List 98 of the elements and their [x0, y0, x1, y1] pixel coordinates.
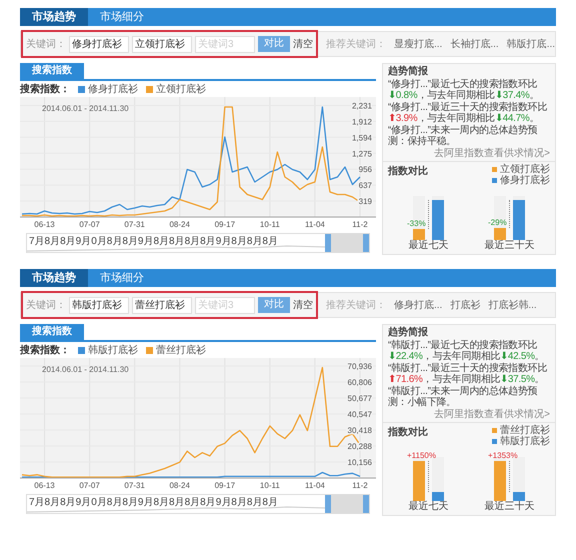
- brief-sentence: “修身打...”未来一周内的总体趋势预测：保持平稳。: [388, 125, 538, 147]
- date-range: 2014.06.01 - 2014.11.30: [42, 365, 129, 374]
- x-tick-label: 06-13: [34, 220, 55, 229]
- range-navigator[interactable]: 7月8月8月9月0月8月8月9月8月8月8月8月9月8月8月8月: [26, 494, 370, 514]
- x-tick-label: 07-31: [124, 220, 145, 229]
- navigator-labels: 7月8月8月9月0月8月8月9月8月8月8月8月9月8月8月8月: [29, 236, 278, 248]
- legend-label: 修身打底衫: [500, 175, 550, 186]
- keyword-field[interactable]: 立领打底衫: [132, 36, 192, 52]
- y-tick-label: 1,275: [352, 149, 372, 158]
- recommended-keyword[interactable]: 打底衫韩...: [488, 298, 537, 312]
- range-handle[interactable]: [324, 495, 331, 513]
- range-selection[interactable]: [324, 495, 369, 513]
- legend-label: 立领打底衫: [500, 164, 550, 175]
- x-tick-label: 07-31: [124, 481, 145, 490]
- x-tick-label: 07-07: [79, 220, 100, 229]
- x-tick-label: 06-13: [34, 481, 55, 490]
- x-tick-label: 09-17: [214, 220, 236, 229]
- brief-sentence: “韩版打...”最近七天的搜索指数环比 ⬇22.4%，与去年同期相比⬇42.5%。: [388, 340, 546, 362]
- clear-button[interactable]: 清空: [293, 298, 313, 312]
- x-tick-label: 11-2: [352, 220, 368, 229]
- brief-title: 趋势简报: [388, 327, 429, 339]
- brief-sentence: “韩版打...”最近三十天的搜索指数环比 ⬆71.6%，与去年同期相比⬇37.5%。: [388, 363, 548, 385]
- x-tick-label: 09-17: [214, 481, 236, 490]
- x-tick-label: 11-2: [352, 481, 368, 490]
- y-tick-label: 20,288: [348, 442, 372, 451]
- compare-title: 指数对比: [388, 164, 428, 179]
- legend-label: 蕾丝打底衫: [156, 344, 206, 358]
- keyword-label: 关键词：: [26, 298, 66, 312]
- period-label: 最近三十天: [484, 240, 534, 252]
- keyword-field[interactable]: 韩版打底衫: [69, 296, 129, 314]
- x-tick-label: 08-24: [170, 220, 190, 229]
- legend-label: 修身打底衫: [88, 82, 138, 96]
- y-tick-label: 70,936: [348, 362, 372, 371]
- period-label: 最近七天: [408, 240, 448, 252]
- y-tick-label: 319: [358, 197, 372, 206]
- y-tick-label: 60,806: [348, 378, 372, 387]
- legend-title: 搜索指数：: [20, 344, 70, 358]
- range-handle[interactable]: [363, 234, 369, 252]
- date-range: 2014.06.01 - 2014.11.30: [42, 104, 129, 113]
- recommend-label: 推荐关键词：: [326, 38, 386, 52]
- difference-label: +1353%: [488, 451, 518, 460]
- legend-title: 搜索指数：: [20, 82, 70, 96]
- x-tick-label: 10-11: [260, 481, 280, 490]
- recommended-keyword[interactable]: 修身打底...: [394, 298, 442, 312]
- view-link[interactable]: 去阿里指数查看供求情况>: [434, 148, 550, 159]
- recommended-keyword[interactable]: 显瘦打底...: [394, 36, 442, 52]
- keyword-field[interactable]: 修身打底衫: [69, 36, 129, 52]
- keyword-label: 关键词：: [26, 38, 66, 52]
- period-label: 最近七天: [408, 501, 448, 513]
- legend-label: 韩版打底衫: [500, 436, 550, 447]
- section-tab[interactable]: 搜索指数: [20, 63, 84, 79]
- keyword-field[interactable]: 蕾丝打底衫: [132, 296, 192, 314]
- difference-label: +1150%: [407, 451, 436, 460]
- period-label: 最近三十天: [484, 501, 534, 513]
- recommended-keyword[interactable]: 韩版打底...: [506, 36, 556, 52]
- y-tick-label: 1,912: [352, 117, 372, 126]
- tab[interactable]: 市场细分: [88, 8, 156, 26]
- y-tick-label: 40,547: [348, 410, 372, 419]
- range-selection[interactable]: [324, 234, 369, 252]
- view-link[interactable]: 去阿里指数查看供求情况>: [434, 409, 550, 420]
- y-tick-label: 956: [358, 165, 372, 174]
- y-tick-label: 30,418: [348, 426, 372, 435]
- difference-line: [428, 461, 429, 492]
- difference-line: [509, 461, 510, 492]
- range-handle[interactable]: [363, 495, 369, 513]
- legend-label: 蕾丝打底衫: [500, 425, 550, 436]
- recommended-keyword[interactable]: 打底衫: [450, 298, 480, 312]
- x-tick-label: 10-11: [260, 220, 280, 229]
- y-tick-label: 50,677: [348, 394, 372, 403]
- y-tick-label: 10,156: [348, 458, 372, 467]
- brief-sentence: “韩版打...”未来一周内的总体趋势预测：小幅下降。: [388, 386, 538, 408]
- x-tick-label: 07-07: [79, 481, 100, 490]
- brief-title: 趋势简报: [388, 66, 429, 78]
- clear-button[interactable]: 清空: [293, 36, 313, 52]
- tab[interactable]: 市场细分: [88, 269, 156, 287]
- x-tick-label: 11-04: [305, 481, 325, 490]
- difference-line: [509, 200, 510, 228]
- recommend-label: 推荐关键词：: [326, 298, 386, 312]
- range-navigator[interactable]: 7月8月8月9月0月8月8月9月8月8月8月8月9月8月8月8月: [26, 233, 370, 253]
- compare-title: 指数对比: [388, 426, 428, 440]
- y-tick-label: 2,231: [352, 101, 372, 110]
- y-tick-label: 1,594: [352, 133, 372, 142]
- y-tick-label: 637: [358, 181, 372, 190]
- section-tab[interactable]: 搜索指数: [20, 324, 84, 340]
- x-tick-label: 11-04: [305, 220, 325, 229]
- tab[interactable]: 市场趋势: [20, 269, 88, 287]
- tab[interactable]: 市场趋势: [20, 8, 88, 26]
- legend-label: 韩版打底衫: [88, 344, 138, 358]
- brief-sentence: “修身打...”最近三十天的搜索指数环比 ⬆3.9%，与去年同期相比⬇44.7%。: [388, 102, 548, 124]
- difference-label: -33%: [407, 219, 426, 228]
- difference-line: [428, 200, 429, 229]
- range-handle[interactable]: [324, 234, 331, 252]
- brief-sentence: “修身打...”最近七天的搜索指数环比 ⬇0.8%，与去年同期相比⬇37.4%。: [388, 79, 540, 101]
- navigator-labels: 7月8月8月9月0月8月8月9月8月8月8月8月9月8月8月8月: [29, 497, 278, 509]
- recommended-keyword[interactable]: 长袖打底...: [450, 36, 499, 52]
- legend-label: 立领打底衫: [156, 82, 206, 96]
- difference-label: -29%: [488, 218, 507, 228]
- x-tick-label: 08-24: [170, 481, 190, 490]
